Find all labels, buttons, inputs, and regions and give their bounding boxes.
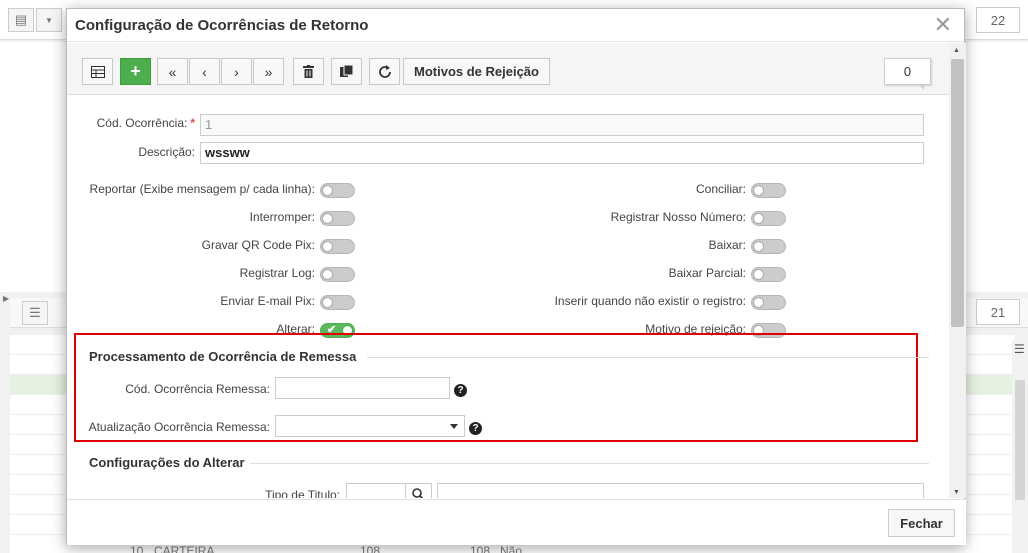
background-grid-counter: 21 — [976, 299, 1020, 325]
expand-arrow-icon[interactable]: ▶ — [3, 294, 9, 303]
atualizacao-remessa-label: Atualização Ocorrência Remessa: — [88, 420, 270, 434]
close-button[interactable]: Fechar — [888, 509, 955, 537]
table-icon — [90, 65, 105, 78]
double-chevron-right-icon: » — [264, 63, 273, 80]
background-row-number: 10 — [130, 544, 144, 553]
grid-view-icon[interactable]: ▤ — [8, 8, 34, 32]
previous-record-button[interactable]: ‹ — [189, 58, 220, 85]
tipo-titulo-description-field[interactable] — [437, 483, 924, 498]
chevron-right-icon: › — [234, 63, 239, 80]
help-icon[interactable]: ? — [469, 422, 482, 435]
toggle-knob — [753, 269, 764, 280]
required-mark: * — [190, 116, 195, 130]
atualizacao-remessa-select[interactable] — [275, 415, 465, 437]
alterar-section-title: Configurações do Alterar — [89, 455, 245, 470]
double-chevron-left-icon: « — [168, 63, 177, 80]
background-row-value: 108 — [360, 544, 381, 553]
dialog-footer: Fechar — [67, 499, 966, 545]
toggle-knob — [322, 213, 333, 224]
dialog-body: + « ‹ › » Motivos de Rejeição 0 Cód. Oco… — [67, 43, 949, 498]
next-record-button[interactable]: › — [221, 58, 252, 85]
toggle-switch[interactable] — [751, 239, 786, 254]
toggle-label: Reportar (Exibe mensagem p/ cada linha): — [89, 182, 315, 196]
chevron-down-icon[interactable]: ▼ — [36, 8, 62, 32]
toggle-label: Inserir quando não existir o registro: — [554, 294, 746, 308]
toggle-knob — [753, 185, 764, 196]
motivos-rejeicao-button[interactable]: Motivos de Rejeição — [403, 58, 550, 85]
chevron-left-icon: ‹ — [202, 63, 207, 80]
list-view-icon[interactable]: ☰ — [22, 301, 48, 325]
copy-icon — [340, 65, 353, 77]
trash-icon — [303, 65, 314, 78]
background-row-value: 108 — [470, 544, 491, 553]
toggle-knob — [322, 269, 333, 280]
tipo-titulo-field[interactable] — [346, 483, 406, 498]
toggle-knob — [753, 297, 764, 308]
toggle-knob — [753, 213, 764, 224]
descricao-label: Descrição: — [138, 145, 195, 159]
search-icon — [412, 487, 424, 498]
background-grid-scrollbar[interactable] — [1012, 340, 1028, 553]
copy-button[interactable] — [331, 58, 362, 85]
add-button[interactable]: + — [120, 58, 151, 85]
cod-ocorrencia-label: Cód. Ocorrência: * — [96, 116, 195, 130]
dialog-header: Configuração de Ocorrências de Retorno ✕ — [67, 9, 964, 42]
refresh-icon — [378, 64, 391, 78]
toggle-label: Conciliar: — [695, 182, 746, 196]
scroll-up-icon[interactable]: ▲ — [953, 47, 960, 54]
descricao-field[interactable]: wssww — [200, 142, 924, 164]
toggle-label: Gravar QR Code Pix: — [201, 238, 315, 252]
toggle-switch[interactable] — [751, 295, 786, 310]
toggle-switch[interactable] — [751, 211, 786, 226]
ocorrencias-retorno-dialog: Configuração de Ocorrências de Retorno ✕… — [66, 8, 966, 545]
dialog-title: Configuração de Ocorrências de Retorno — [75, 17, 369, 34]
refresh-button[interactable] — [369, 58, 400, 85]
chevron-down-icon — [450, 424, 458, 429]
dialog-scrollbar[interactable]: ▲ ▼ — [949, 43, 966, 498]
background-row-text: CARTEIRA — [154, 544, 215, 553]
cod-remessa-label: Cód. Ocorrência Remessa: — [125, 382, 270, 396]
toggle-knob — [322, 297, 333, 308]
tipo-titulo-label: Tipo de Titulo: — [265, 488, 340, 498]
toggle-label: Baixar: — [708, 238, 746, 252]
record-counter: 0 — [884, 58, 931, 90]
grid-menu-icon[interactable]: ☰ — [1014, 342, 1025, 356]
toggle-switch[interactable] — [751, 183, 786, 198]
toggle-label: Enviar E-mail Pix: — [220, 294, 315, 308]
delete-button[interactable] — [293, 58, 324, 85]
cod-ocorrencia-field[interactable]: 1 — [200, 114, 924, 136]
tipo-titulo-search-button[interactable] — [405, 483, 432, 498]
dialog-toolbar: + « ‹ › » Motivos de Rejeição 0 — [67, 43, 949, 95]
toggle-label: Interromper: — [249, 210, 315, 224]
section-divider — [250, 463, 929, 464]
close-icon[interactable]: ✕ — [934, 13, 952, 37]
toggle-label: Registrar Log: — [239, 266, 315, 280]
background-row-value: Não — [500, 544, 523, 553]
remessa-section-title: Processamento de Ocorrência de Remessa — [89, 349, 357, 364]
last-record-button[interactable]: » — [253, 58, 284, 85]
first-record-button[interactable]: « — [157, 58, 188, 85]
toggle-knob — [753, 241, 764, 252]
toggle-label: Baixar Parcial: — [668, 266, 746, 280]
toggle-knob — [322, 241, 333, 252]
section-divider — [367, 357, 929, 358]
toggle-switch[interactable] — [751, 267, 786, 282]
grid-view-button[interactable] — [82, 58, 113, 85]
help-icon[interactable]: ? — [454, 384, 467, 397]
cod-remessa-field[interactable] — [275, 377, 450, 399]
toggle-knob — [322, 185, 333, 196]
scroll-down-icon[interactable]: ▼ — [953, 489, 960, 496]
scrollbar-thumb[interactable] — [951, 59, 964, 327]
background-record-counter: 22 — [976, 7, 1020, 33]
toggle-label: Registrar Nosso Número: — [610, 210, 746, 224]
